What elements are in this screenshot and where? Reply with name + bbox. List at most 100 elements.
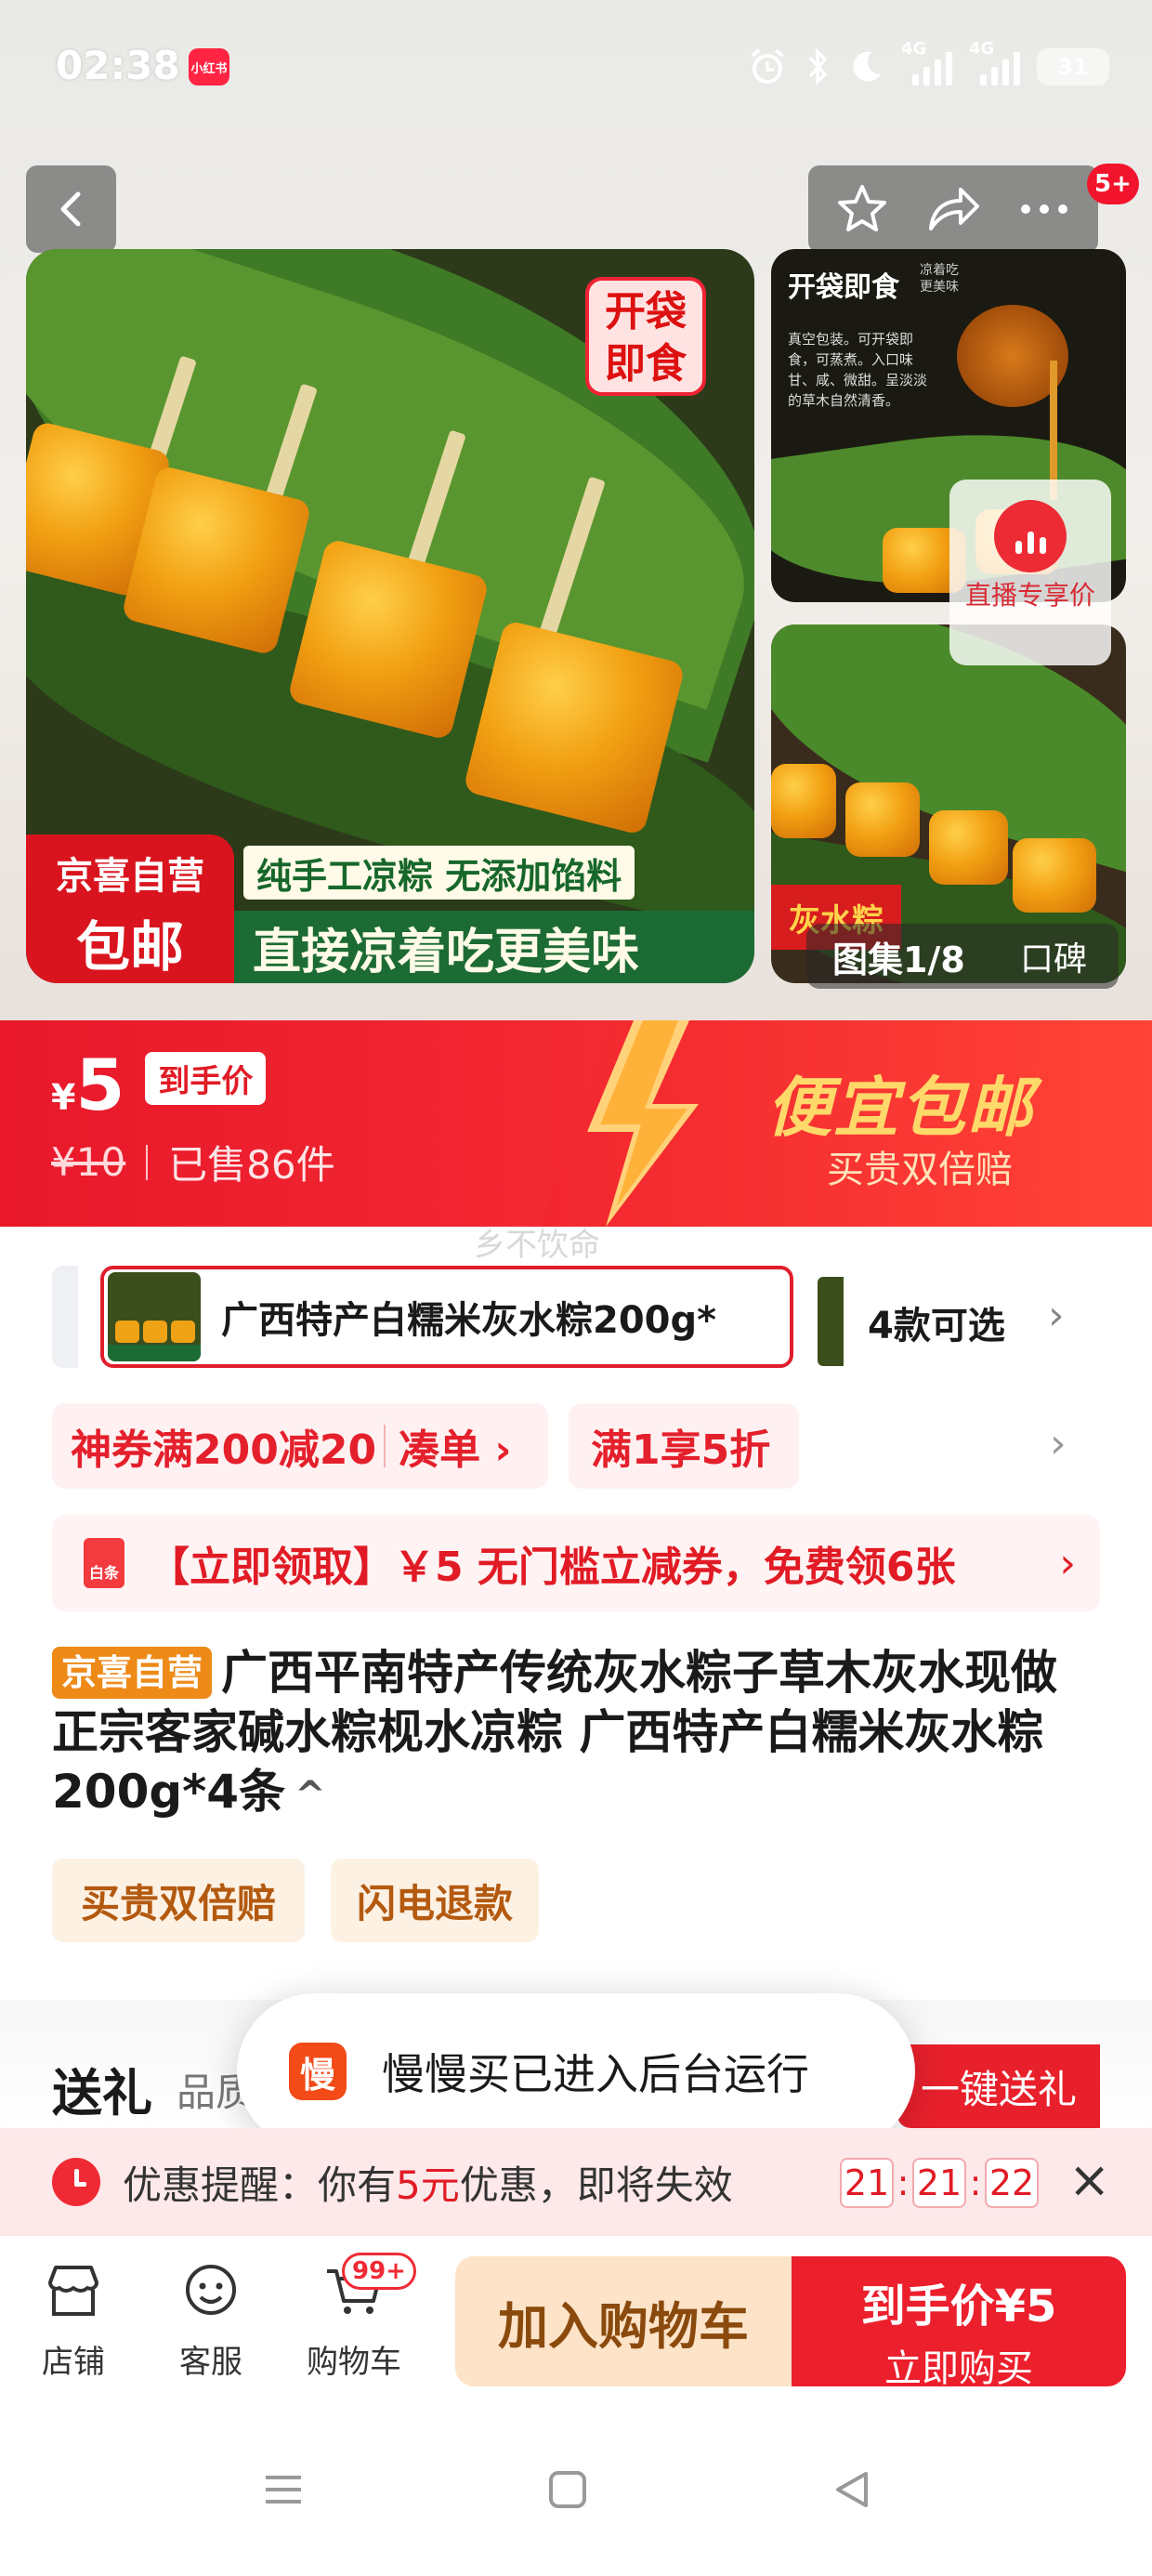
ship-badge-line2: 包邮 [75,915,184,979]
variant-option[interactable] [818,1277,844,1366]
add-to-cart-button[interactable]: 加入购物车 [455,2256,792,2386]
product-title[interactable]: 京喜自营 广西平南特产传统灰水粽子草木灰水现做正宗客家碱水粽枧水凉粽 广西特产白糯… [52,1643,1100,1825]
system-navigation-bar [0,2403,1152,2576]
price-row: ¥ 5 到手价 [51,1044,267,1126]
share-icon[interactable] [923,182,983,236]
store-button[interactable]: 店铺 [22,2258,124,2382]
countdown-timer: 21 : 21 : 22 [840,2158,1039,2208]
app-icon: 慢 [289,2043,347,2100]
service-label: 客服 [179,2344,242,2381]
sold-count: 已售86件 [168,1142,335,1188]
reminder-prefix: 优惠提醒：你有 [123,2162,397,2208]
original-price: ¥10 [51,1139,126,1185]
lightning-icon [587,1020,699,1227]
background-toast: 慢 慢慢买已进入后台运行 [237,1993,915,2149]
variant-option[interactable] [52,1266,78,1368]
moon-icon [853,51,881,82]
caption-top: 纯手工凉粽 无添加馅料 [243,846,635,900]
buy-now-button[interactable]: 到手价¥5 立即购买 [792,2256,1126,2390]
header-actions [808,165,1098,253]
free-coupon-banner[interactable]: 白条 【立即领取】￥5 无门槛立减券，免费领6张 › [52,1515,1100,1611]
live-stream-icon [994,500,1067,572]
coupon-pill[interactable]: 神券满200减20 凑单 › [52,1403,548,1489]
store-icon [48,2266,98,2316]
status-icons: 4G 4G 31 [747,39,1109,93]
chat-icon [186,2265,236,2315]
collapse-icon[interactable]: ^ [295,1774,326,1817]
chevron-right-icon[interactable]: › [1048,1292,1065,1339]
gallery-count: 图集1/8 [832,939,965,980]
back-button[interactable] [26,165,116,253]
variant-thumbnail [108,1272,201,1361]
close-icon[interactable]: × [1068,2152,1110,2208]
variant-option-selected[interactable]: 广西特产白糯米灰水粽200g* [100,1266,793,1368]
timer-separator: : [897,2162,910,2203]
chevron-right-icon: › [1059,1539,1076,1587]
thumb-description: 真空包装。可开袋即食，可蒸煮。入口味甘、咸、微甜。呈淡淡的草木自然清香。 [788,331,928,409]
store-label: 店铺 [42,2344,105,2381]
chevron-right-icon[interactable]: › [1050,1420,1067,1467]
thumb-subtitle: 凉着吃 更美味 [920,263,959,295]
watermark: 乡不饮命 [474,1227,600,1264]
back-icon [60,191,80,227]
buy-price: 到手价¥5 [860,2280,1057,2333]
home-icon[interactable] [544,2466,591,2513]
status-bar: 02:38 小红书 4G 4G 31 [0,0,1152,139]
image-caption: 纯手工凉粽 无添加馅料 直接凉着吃更美味 [234,835,754,983]
timer-hours: 21 [840,2158,894,2208]
timer-minutes: 21 [912,2158,966,2208]
promo-title: 便宜包邮 [766,1070,1034,1146]
toast-text: 慢慢买已进入后台运行 [382,2049,809,2099]
customer-service-button[interactable]: 客服 [160,2258,262,2382]
discount-label: 满1享5折 [591,1426,771,1474]
clock-icon [52,2158,100,2206]
app-notification-icon: 小红书 [189,48,229,85]
coupon-action[interactable]: 凑单 › [399,1416,511,1476]
variant-selector: 广西特产白糯米灰水粽200g* 4款可选 › [0,1260,1152,1372]
alarm-icon [751,48,784,84]
guarantee-badge[interactable]: 买贵双倍赔 [52,1859,305,1942]
promo-subtitle: 买贵双倍赔 [827,1149,1013,1191]
caption-bottom: 直接凉着吃更美味 [234,911,754,983]
price-banner: ¥ 5 到手价 ¥10 已售86件 便宜包邮 买贵双倍赔 [0,1020,1152,1227]
ship-badge-line1: 京喜自营 [56,855,204,898]
notification-badge[interactable]: 5+ [1087,164,1139,204]
live-price-card[interactable]: 直播专享价 [949,480,1111,665]
gift-title: 送礼 [52,2064,152,2123]
star-icon[interactable] [834,182,890,236]
back-nav-icon[interactable] [829,2466,875,2513]
currency-symbol: ¥ [51,1077,76,1118]
product-gallery[interactable]: 02:38 小红书 4G 4G 31 5+ 开袋即食 京喜自营 包邮 纯手工凉粽… [0,0,1152,1020]
cart-count-badge: 99+ [342,2253,416,2290]
divider [146,1144,149,1180]
final-price-tag: 到手价 [145,1051,267,1105]
final-price: 5 [75,1044,125,1126]
timer-seconds: 22 [985,2158,1039,2208]
menu-icon[interactable] [260,2466,307,2513]
variant-label: 广西特产白糯米灰水粽200g* [221,1299,717,1342]
guarantee-badge[interactable]: 闪电退款 [331,1859,539,1942]
reminder-text: 优惠提醒：你有5元优惠，即将失效 [123,2154,733,2211]
more-icon[interactable] [1016,182,1072,236]
variant-count[interactable]: 4款可选 [868,1295,1005,1349]
signal-icon: 4G [901,39,952,85]
instant-eat-sticker: 开袋即食 [585,277,706,396]
live-price-label: 直播专享价 [964,580,1095,611]
thumb-title: 开袋即食 [788,271,899,304]
timer-separator: : [969,2162,982,2203]
signal-icon: 4G [969,39,1020,85]
bluetooth-icon [808,47,828,86]
reminder-amount: 5元 [396,2162,460,2208]
reviews-tab[interactable]: 口碑 [1020,932,1087,980]
gift-button[interactable]: 一键送礼 [897,2044,1100,2128]
main-product-image[interactable]: 开袋即食 京喜自营 包邮 纯手工凉粽 无添加馅料 直接凉着吃更美味 [26,249,754,983]
discount-pill[interactable]: 满1享5折 [569,1403,799,1489]
gallery-counter[interactable]: 图集1/8 口碑 [806,924,1119,989]
reminder-suffix: 优惠，即将失效 [459,2162,733,2208]
divider [384,1425,386,1467]
status-time: 02:38 [56,43,180,88]
bottom-action-bar: 店铺 客服 购物车 99+ 加入购物车 到手价¥5 立即购买 [0,2236,1152,2403]
coupon-icon: 白条 [84,1538,124,1588]
free-coupon-text: 【立即领取】￥5 无门槛立减券，免费领6张 [149,1544,956,1591]
original-price-row: ¥10 已售86件 [51,1134,335,1190]
